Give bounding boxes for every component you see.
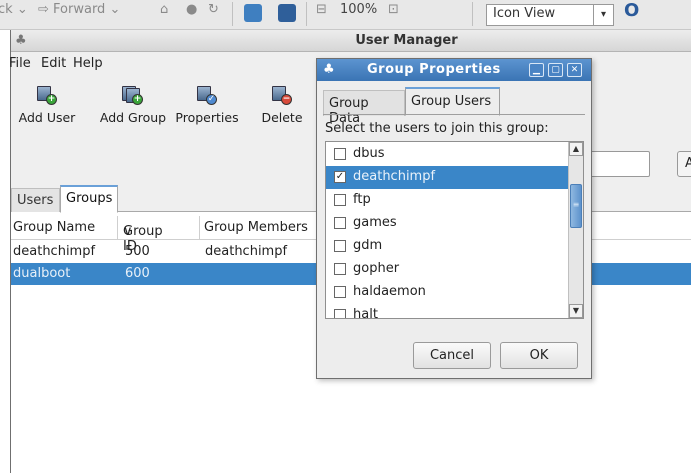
scroll-up-icon[interactable]: ▲ bbox=[569, 142, 583, 156]
tab-groups[interactable]: Groups bbox=[60, 185, 118, 213]
back-label: ck bbox=[0, 2, 13, 17]
menu-help[interactable]: Help bbox=[73, 56, 103, 71]
select-users-prompt: Select the users to join this group: bbox=[325, 121, 549, 136]
list-item-deathchimpf[interactable]: ✓ deathchimpf bbox=[326, 166, 569, 189]
window-title-bar: ♣ User Manager bbox=[11, 30, 691, 52]
add-group-icon: + bbox=[122, 86, 144, 106]
view-mode-value: Icon View bbox=[493, 6, 556, 21]
user-name: dbus bbox=[353, 146, 385, 161]
group-users-panel: Select the users to join this group: dbu… bbox=[323, 114, 585, 340]
properties-label: Properties bbox=[175, 110, 239, 125]
group-properties-dialog: ♣ Group Properties ▁ ▢ ✕ Group Data Grou… bbox=[316, 58, 592, 379]
list-item-dbus[interactable]: dbus bbox=[326, 143, 569, 166]
properties-button[interactable]: ✓ Properties bbox=[173, 86, 241, 125]
vertical-scrollbar[interactable]: ▲ ≡ ▼ bbox=[568, 142, 583, 318]
user-name: haldaemon bbox=[353, 284, 426, 299]
view-mode-select[interactable]: Icon View ▾ bbox=[486, 4, 614, 26]
list-item-gdm[interactable]: gdm bbox=[326, 235, 569, 258]
list-item-haldaemon[interactable]: haldaemon bbox=[326, 281, 569, 304]
user-name: games bbox=[353, 215, 397, 230]
close-icon[interactable]: ✕ bbox=[567, 63, 582, 77]
add-group-button[interactable]: + Add Group bbox=[95, 86, 171, 125]
group-members-cell: deathchimpf bbox=[205, 244, 288, 259]
menu-file[interactable]: File bbox=[9, 56, 31, 71]
checkbox[interactable] bbox=[334, 240, 346, 252]
minimize-icon[interactable]: ▁ bbox=[529, 63, 544, 77]
forward-label: Forward bbox=[53, 2, 106, 17]
dialog-title: Group Properties bbox=[367, 62, 501, 77]
user-name: deathchimpf bbox=[353, 169, 436, 184]
dialog-tabs: Group Data Group Users bbox=[323, 87, 585, 126]
tab-group-data[interactable]: Group Data bbox=[323, 90, 405, 126]
computer-icon[interactable] bbox=[244, 4, 262, 22]
group-icon: ♣ bbox=[323, 62, 335, 77]
toolbar-separator bbox=[306, 2, 307, 26]
maximize-icon[interactable]: ▢ bbox=[548, 63, 563, 77]
user-name: halt bbox=[353, 307, 378, 319]
window-title: User Manager bbox=[355, 33, 458, 48]
reload-icon[interactable]: ↻ bbox=[208, 2, 219, 17]
tab-users[interactable]: Users bbox=[11, 188, 60, 212]
list-item-ftp[interactable]: ftp bbox=[326, 189, 569, 212]
cancel-button[interactable]: Cancel bbox=[413, 342, 491, 369]
column-header-group-name[interactable]: Group Name bbox=[13, 220, 95, 235]
toolbar-separator bbox=[472, 2, 473, 26]
network-icon[interactable] bbox=[278, 4, 296, 22]
list-item-gopher[interactable]: gopher bbox=[326, 258, 569, 281]
delete-label: Delete bbox=[261, 110, 303, 125]
ok-button[interactable]: OK bbox=[500, 342, 578, 369]
group-id-cell: 600 bbox=[125, 266, 150, 281]
checkbox[interactable] bbox=[334, 194, 346, 206]
chevron-down-icon: ▾ bbox=[593, 5, 613, 25]
list-item-games[interactable]: games bbox=[326, 212, 569, 235]
delete-icon: − bbox=[271, 86, 293, 106]
group-name-cell: dualboot bbox=[13, 266, 71, 281]
checkbox[interactable] bbox=[334, 217, 346, 229]
user-name: ftp bbox=[353, 192, 371, 207]
zoom-out-icon[interactable]: ⊟ bbox=[316, 2, 327, 17]
scroll-down-icon[interactable]: ▼ bbox=[569, 304, 583, 318]
zoom-level: 100% bbox=[340, 2, 378, 17]
add-user-button[interactable]: + Add User bbox=[15, 86, 79, 125]
checkbox-checked[interactable]: ✓ bbox=[334, 171, 346, 183]
scrollbar-thumb[interactable]: ≡ bbox=[570, 184, 582, 228]
search-icon[interactable]: O bbox=[624, 0, 639, 21]
tab-group-users[interactable]: Group Users bbox=[405, 87, 500, 116]
group-name-cell: deathchimpf bbox=[13, 244, 96, 259]
checkbox[interactable] bbox=[334, 286, 346, 298]
dialog-title-bar[interactable]: ♣ Group Properties ▁ ▢ ✕ bbox=[317, 59, 591, 81]
group-id-cell: 500 bbox=[125, 244, 150, 259]
checkbox[interactable] bbox=[334, 309, 346, 318]
checkbox[interactable] bbox=[334, 263, 346, 275]
add-user-icon: + bbox=[36, 86, 58, 106]
list-item-halt[interactable]: halt bbox=[326, 304, 569, 319]
forward-button[interactable]: ⇨ Forward ⌄ bbox=[38, 2, 120, 17]
checkbox[interactable] bbox=[334, 148, 346, 160]
add-group-label: Add Group bbox=[99, 110, 167, 125]
home-icon[interactable]: ⌂ bbox=[160, 2, 168, 17]
user-checklist: dbus ✓ deathchimpf ftp games gdm gopher bbox=[325, 141, 584, 319]
sort-descending-icon: ∨ bbox=[123, 224, 133, 239]
zoom-in-icon[interactable]: ⊡ bbox=[388, 2, 399, 17]
back-button[interactable]: ck ⌄ bbox=[0, 2, 28, 17]
toolbar-separator bbox=[232, 2, 233, 26]
user-name: gopher bbox=[353, 261, 400, 276]
stop-icon[interactable]: ● bbox=[186, 2, 197, 17]
user-name: gdm bbox=[353, 238, 383, 253]
delete-button[interactable]: − Delete bbox=[257, 86, 307, 125]
properties-icon: ✓ bbox=[196, 86, 218, 106]
browser-toolbar: ck ⌄ ⇨ Forward ⌄ ⌂ ● ↻ ⊟ 100% ⊡ Icon Vie… bbox=[0, 0, 691, 30]
column-header-group-members[interactable]: Group Members bbox=[204, 220, 308, 235]
add-user-label: Add User bbox=[18, 110, 76, 125]
menu-edit[interactable]: Edit bbox=[41, 56, 66, 71]
apply-filter-button[interactable]: A bbox=[677, 151, 691, 177]
